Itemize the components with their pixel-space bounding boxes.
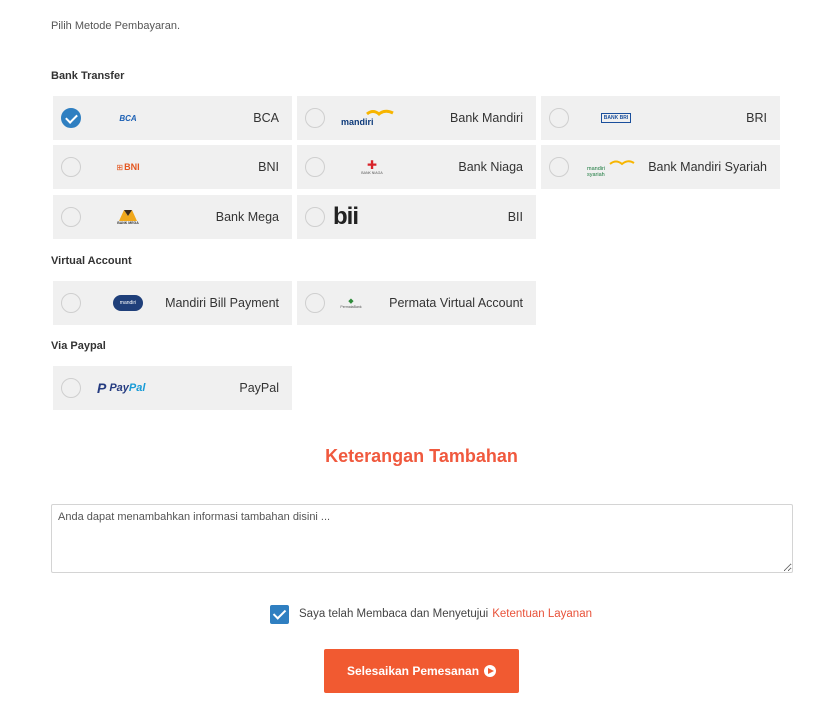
payment-option-label: Bank Mandiri <box>450 111 523 125</box>
radio-permata[interactable] <box>305 293 325 313</box>
radio-paypal[interactable] <box>61 378 81 398</box>
complete-order-label: Selesaikan Pemesanan <box>346 664 480 678</box>
radio-mandiri-bill[interactable] <box>61 293 81 313</box>
payment-option-label: Bank Niaga <box>458 160 523 174</box>
arrow-right-circle-icon <box>484 665 497 677</box>
mandiri-bill-logo-text: mandiri <box>113 295 143 311</box>
bni-logo-text: BNI <box>124 162 140 172</box>
mandiri-bill-logo-icon: mandiri <box>93 291 163 315</box>
permata-logo-icon: ◆ PermataBank <box>333 291 369 315</box>
bca-logo-text: BCA <box>119 113 137 123</box>
payment-option-label: Bank Mega <box>215 210 279 224</box>
agreement-row: Saya telah Membaca dan Menyetujui Ketent… <box>270 604 592 624</box>
bii-logo-text: bii <box>333 203 359 230</box>
bca-logo-icon: BCA <box>93 106 163 130</box>
complete-order-button[interactable]: Selesaikan Pemesanan <box>324 649 519 693</box>
niaga-mark-icon: ✚ <box>366 158 378 172</box>
mandiri-syariah-logo-icon: mandiri syariah <box>581 155 651 179</box>
bni-mark-icon: ⊞ <box>116 162 124 172</box>
payment-option-label: Permata Virtual Account <box>389 296 523 310</box>
radio-bni[interactable] <box>61 157 81 177</box>
payment-option-label: Bank Mandiri Syariah <box>648 160 767 174</box>
payment-option-mandiri-syariah[interactable]: mandiri syariah Bank Mandiri Syariah <box>541 145 780 189</box>
bri-logo-icon: BANK BRI <box>581 106 651 130</box>
radio-bri[interactable] <box>549 108 569 128</box>
intro-text: Pilih Metode Pembayaran. <box>51 20 181 32</box>
payment-option-bii[interactable]: bii BII <box>297 195 536 239</box>
payment-option-label: PayPal <box>239 381 279 395</box>
bni-logo-icon: ⊞ BNI <box>93 155 163 179</box>
payment-option-label: BCA <box>253 111 279 125</box>
payment-option-bca[interactable]: BCA BCA <box>53 96 292 140</box>
payment-option-mandiri-bill[interactable]: mandiri Mandiri Bill Payment <box>53 281 292 325</box>
mega-logo-icon: BANK MEGA <box>93 205 163 229</box>
paypal-p-icon: P <box>97 380 107 396</box>
radio-bca[interactable] <box>61 108 81 128</box>
agreement-text: Saya telah Membaca dan Menyetujui <box>299 608 489 620</box>
agreement-checkbox[interactable] <box>270 604 289 624</box>
permata-logo-text: PermataBank <box>340 304 362 309</box>
permata-mark-icon: ◆ <box>348 297 354 305</box>
payment-option-label: BII <box>507 210 523 224</box>
mandiri-logo-text: mandiri <box>341 117 374 127</box>
payment-option-label: Mandiri Bill Payment <box>165 296 279 310</box>
mandiri-syariah-logo-text: mandiri syariah <box>587 166 606 178</box>
notes-heading: Keterangan Tambahan <box>325 446 518 466</box>
paypal-logo-pal: Pal <box>128 382 146 394</box>
payment-option-label: BNI <box>258 160 279 174</box>
payment-option-niaga[interactable]: ✚ BANK NIAGA Bank Niaga <box>297 145 536 189</box>
radio-bii[interactable] <box>305 207 325 227</box>
mega-mark-icon <box>119 210 137 221</box>
paypal-logo-icon: P Pay Pal <box>97 376 167 400</box>
payment-option-bri[interactable]: BANK BRI BRI <box>541 96 780 140</box>
section-title-virtual-account: Virtual Account <box>51 255 132 267</box>
radio-mandiri[interactable] <box>305 108 325 128</box>
radio-niaga[interactable] <box>305 157 325 177</box>
radio-mandiri-syariah[interactable] <box>549 157 569 177</box>
radio-mega[interactable] <box>61 207 81 227</box>
section-title-paypal: Via Paypal <box>51 340 106 352</box>
mandiri-logo-icon: mandiri <box>337 106 407 130</box>
payment-option-permata[interactable]: ◆ PermataBank Permata Virtual Account <box>297 281 536 325</box>
mega-logo-text: BANK MEGA <box>117 221 139 225</box>
terms-link[interactable]: Ketentuan Layanan <box>492 608 592 620</box>
niaga-logo-text: BANK NIAGA <box>361 171 383 175</box>
payment-option-label: BRI <box>746 111 767 125</box>
paypal-logo-pay: Pay <box>109 382 129 394</box>
notes-textarea[interactable] <box>51 504 793 573</box>
niaga-logo-icon: ✚ BANK NIAGA <box>337 155 407 179</box>
payment-option-mega[interactable]: BANK MEGA Bank Mega <box>53 195 292 239</box>
payment-option-mandiri[interactable]: mandiri Bank Mandiri <box>297 96 536 140</box>
bii-logo-icon: bii <box>333 203 373 230</box>
bri-logo-text: BANK BRI <box>600 113 632 123</box>
payment-option-bni[interactable]: ⊞ BNI BNI <box>53 145 292 189</box>
payment-option-paypal[interactable]: P Pay Pal PayPal <box>53 366 292 410</box>
section-title-bank-transfer: Bank Transfer <box>51 70 125 82</box>
